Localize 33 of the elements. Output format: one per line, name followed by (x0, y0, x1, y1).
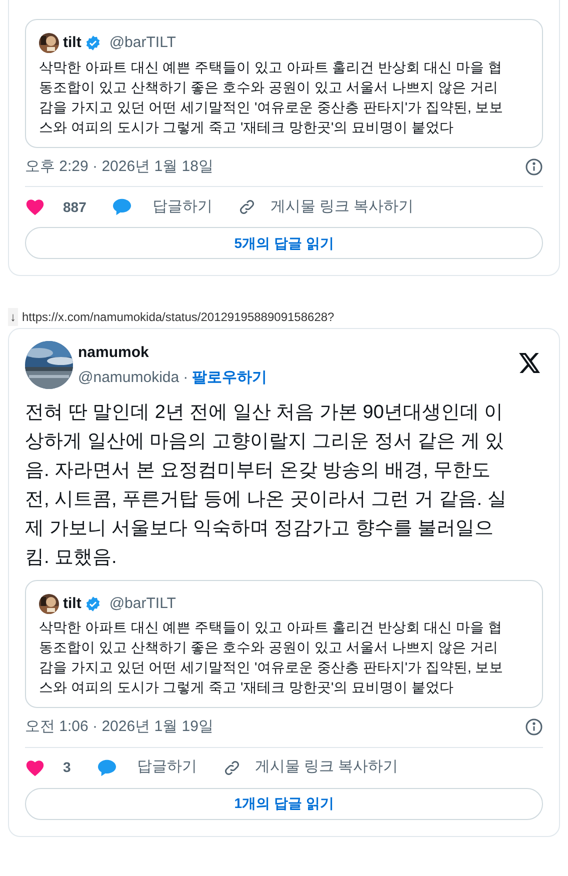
heart-icon[interactable] (25, 758, 45, 776)
link-icon (238, 198, 256, 216)
author-handle[interactable]: @namumokida (78, 367, 180, 390)
read-replies-button[interactable]: 5개의 답글 읽기 (25, 227, 543, 259)
speech-bubble-icon (112, 198, 132, 216)
quoted-author-handle: @barTILT (109, 594, 176, 614)
reply-button[interactable]: 답글하기 (112, 196, 212, 218)
quoted-author-name: tilt (63, 594, 82, 614)
quoted-post-text: 삭막한 아파트 대신 예쁜 주택들이 있고 아파트 훌리건 반상회 대신 마을 협동조합이 있고 산책하기 좋은 호수와 공원이 있고 서울서 나쁘지 않은 거리감을 가지고 있던 어떤 세기말적인 '여유로운 중산층 판타지'가 집약된, 보보스와 여피의 도시가 그렇게 죽고 '재테크 망한곳'의 묘비명이 붙었다 (39, 618, 504, 697)
separator-dot: · (183, 368, 188, 388)
info-icon[interactable] (525, 158, 543, 176)
post-text: 전혀 딴 말인데 2년 전에 일산 처음 가본 90년대생인데 이상하게 일산에 마음의 고향이랄지 그리운 정서 같은 게 있음. 자라면서 본 요정컴미부터 온갖 방송의 배경, 무한도전, 시트콤, 푸른거탑 등에 나온 곳이라서 그런 거 같음. 실제 가보니 서울보다 익숙하며 정감가고 향수를 불러일으킴. 묘했음. (25, 400, 508, 570)
heart-icon[interactable] (25, 198, 45, 216)
author-name[interactable]: namumok (78, 343, 149, 363)
x-logo-icon[interactable] (519, 353, 541, 373)
reply-button[interactable]: 답글하기 (96, 756, 197, 779)
follow-link[interactable]: 팔로우하기 (192, 367, 268, 390)
read-replies-button[interactable]: 1개의 답글 읽기 (25, 788, 543, 820)
like-count: 3 (63, 758, 71, 777)
post-timestamp[interactable]: 오후 2:29 · 2026년 1월 18일 (25, 156, 214, 178)
quoted-post-text: 삭막한 아파트 대신 예쁜 주택들이 있고 아파트 훌리건 반상회 대신 마을 협동조합이 있고 산책하기 좋은 호수와 공원이 있고 서울서 나쁘지 않은 거리감을 가지고 있던 어떤 세기말적인 '여유로운 중산층 판타지'가 집약된, 보보스와 여피의 도시가 그렇게 죽고 '재테크 망한곳'의 묘비명이 붙었다 (39, 58, 504, 136)
speech-bubble-icon (96, 758, 117, 776)
quoted-post-card[interactable]: tilt @barTILT 삭막한 아파트 대신 예쁜 주택들이 있고 아파트 훌리건 반상회 대신 마을 협동조합이 있고 산책하기 좋은 호수와 공원이 있고 서울서 나쁘지 않은 거리감을 가지고 있던 어떤 세기말적인 '여유로운 중산층 판타지'가 집약된, 보보스와 여피의 도시가 그렇게 죽고 '재테크 망한곳'의 묘비명이 붙었다 (25, 580, 543, 708)
quoted-post-card[interactable]: tilt @barTILT 삭막한 아파트 대신 예쁜 주택들이 있고 아파트 훌리건 반상회 대신 마을 협동조합이 있고 산책하기 좋은 호수와 공원이 있고 서울서 나쁘지 않은 거리감을 가지고 있던 어떤 세기말적인 '여유로운 중산층 판타지'가 집약된, 보보스와 여피의 도시가 그렇게 죽고 '재테크 망한곳'의 묘비명이 붙었다 (25, 19, 543, 148)
quoted-author-handle: @barTILT (109, 33, 176, 53)
like-count: 887 (63, 198, 86, 216)
source-url: https://x.com/namumokida/status/2012919588909158628? (22, 309, 334, 326)
link-icon (222, 758, 241, 776)
post-timestamp[interactable]: 오전 1:06 · 2026년 1월 19일 (25, 716, 214, 738)
copy-link-button[interactable]: 게시물 링크 복사하기 (238, 196, 414, 218)
info-icon[interactable] (525, 718, 543, 736)
quoted-author-name: tilt (63, 33, 82, 53)
copy-link-button[interactable]: 게시물 링크 복사하기 (222, 756, 398, 779)
